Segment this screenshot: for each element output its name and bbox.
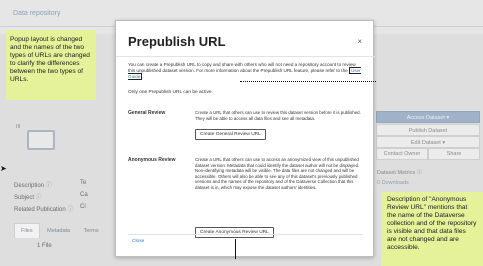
background-fragment: III: [16, 124, 21, 130]
metadata-description: Description ⓘ Te: [14, 180, 87, 189]
annotation-dotted-connector: [240, 81, 376, 82]
only-one-active-note: Only one Prepublish URL can be active.: [128, 90, 213, 95]
tab-terms[interactable]: Terms: [78, 224, 105, 238]
share-button[interactable]: Share: [428, 148, 480, 160]
anonymous-review-label: Anonymous Review: [128, 157, 176, 163]
prepublish-url-modal: Prepublish URL × You can create a Prepub…: [115, 20, 375, 257]
general-review-label: General Review: [128, 110, 166, 116]
metadata-related-publication: Related Publication ⓘ Ci: [14, 204, 86, 213]
arrow-right-icon: ➤: [0, 164, 7, 173]
dataset-thumbnail-icon: [27, 130, 55, 150]
create-general-review-url-button[interactable]: Create General Review URL: [195, 129, 266, 140]
tab-files[interactable]: Files: [14, 223, 40, 238]
edit-dataset-button[interactable]: Edit Dataset ▾: [376, 136, 480, 148]
general-review-description: Create a URL that others can use to revi…: [195, 110, 361, 121]
contact-owner-button[interactable]: Contact Owner: [376, 148, 428, 160]
publish-dataset-button[interactable]: Publish Dataset: [376, 124, 480, 136]
annotation-right-note: Description of "Anonymous Review URL" me…: [381, 192, 483, 266]
modal-header-divider: [116, 56, 375, 57]
contact-share-row: Contact Owner Share: [376, 148, 480, 160]
metadata-subject: Subject ⓘ Ca: [14, 192, 88, 201]
close-button[interactable]: Close: [132, 239, 144, 244]
create-anonymous-review-url-button[interactable]: Create Anonymous Review URL: [195, 227, 274, 238]
repository-title[interactable]: Data repository: [13, 10, 60, 17]
dataset-metrics-label: Dataset Metrics ⓘ: [377, 170, 423, 176]
modal-intro-text: You can create a Prepublish URL to copy …: [128, 62, 361, 81]
dataset-tabs: Files Metadata Terms: [14, 223, 105, 238]
tab-metadata[interactable]: Metadata: [41, 224, 76, 238]
annotation-vertical-connector: [235, 239, 236, 259]
close-icon[interactable]: ×: [357, 37, 362, 46]
downloads-count: 0 Downloads: [377, 180, 409, 186]
modal-title: Prepublish URL: [128, 34, 226, 49]
annotation-left-note: Popup layout is changed and the names of…: [6, 30, 96, 100]
files-count: 1 File: [37, 243, 52, 249]
modal-footer-divider: [128, 234, 363, 235]
access-dataset-button[interactable]: Access Dataset ▾: [376, 111, 480, 123]
anonymous-review-description: Create a URL that others can use to acce…: [195, 157, 360, 190]
